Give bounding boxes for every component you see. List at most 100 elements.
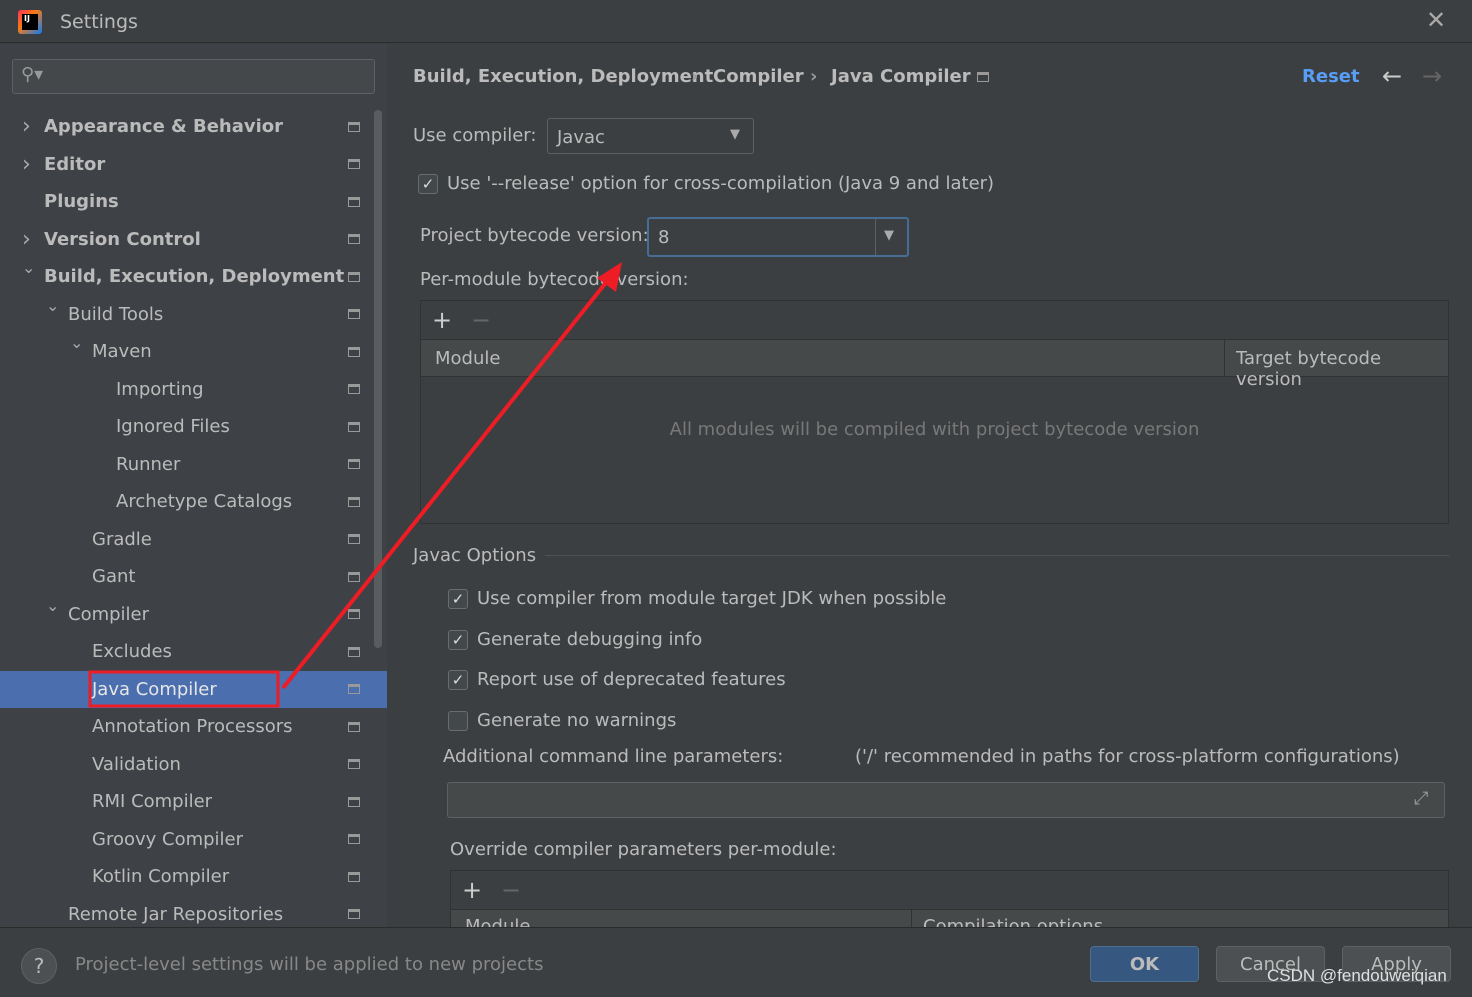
project-scope-icon [348, 384, 360, 394]
sidebar-item[interactable]: Excludes [0, 633, 387, 670]
chevron-down-icon[interactable]: ⌄ [46, 596, 59, 615]
javac-option-label: Use compiler from module target JDK when… [477, 588, 947, 609]
remove-icon[interactable]: − [501, 876, 521, 904]
compiler-value: Javac [557, 127, 605, 148]
sidebar-item[interactable]: › Editor [0, 146, 387, 183]
params-input[interactable]: ⤢ [447, 782, 1445, 818]
breadcrumb-item[interactable]: Compiler [713, 66, 804, 87]
sidebar-scrollbar[interactable] [374, 110, 382, 648]
project-scope-icon [348, 496, 360, 507]
bytecode-value: 8 [658, 227, 670, 248]
sidebar-item-label: Plugins [44, 191, 119, 212]
override-label: Override compiler parameters per-module: [450, 839, 837, 860]
sidebar-item-label: Annotation Processors [92, 716, 293, 737]
project-scope-icon [348, 871, 360, 882]
sidebar-item[interactable]: RMI Compiler [0, 783, 387, 820]
sidebar-item[interactable]: Annotation Processors [0, 708, 387, 745]
add-icon[interactable]: + [462, 876, 482, 904]
sidebar-item[interactable]: Plugins [0, 183, 387, 220]
column-target-bytecode[interactable]: Target bytecode version [1236, 348, 1448, 390]
javac-option-checkbox[interactable]: ✓ [448, 630, 468, 650]
chevron-down-icon[interactable]: ⌄ [22, 258, 35, 277]
title-bar: IJ Settings ✕ [0, 0, 1472, 43]
project-scope-icon [348, 121, 360, 132]
remove-icon[interactable]: − [471, 306, 491, 334]
help-icon[interactable]: ? [21, 948, 57, 984]
sidebar-item-label: Remote Jar Repositories [68, 903, 284, 925]
sidebar-item[interactable]: ⌄ Maven [0, 333, 387, 370]
sidebar-item-label: Build Tools [68, 303, 164, 325]
sidebar-item-label: Kotlin Compiler [92, 866, 230, 887]
project-scope-icon [348, 609, 360, 619]
watermark: CSDN @fendouweiqian [1267, 966, 1447, 985]
sidebar-item-label: Compiler [68, 603, 150, 625]
per-module-table: + − Module Target bytecode version All m… [420, 300, 1449, 524]
sidebar-item[interactable]: Ignored Files [0, 408, 387, 445]
chevron-down-icon[interactable]: ⌄ [46, 296, 59, 315]
javac-options-title: Javac Options [413, 545, 537, 566]
bytecode-label: Project bytecode version: [420, 225, 649, 246]
breadcrumb-item[interactable]: Build, Execution, Deployment [413, 66, 713, 87]
close-icon[interactable]: ✕ [1426, 6, 1446, 34]
javac-option-checkbox[interactable]: ✓ [448, 670, 468, 690]
sidebar-item-label: Excludes [92, 641, 172, 662]
sidebar-item-label: Runner [116, 453, 181, 475]
sidebar-item[interactable]: Gant [0, 558, 387, 595]
project-scope-icon [348, 646, 360, 657]
sidebar-item[interactable]: Groovy Compiler [0, 821, 387, 858]
chevron-right-icon[interactable]: › [22, 227, 31, 252]
project-scope-icon [348, 834, 360, 844]
sidebar-item[interactable]: Kotlin Compiler [0, 858, 387, 895]
sidebar-item[interactable]: ⌄ Compiler [0, 596, 387, 633]
sidebar-item[interactable]: › Version Control [0, 221, 387, 258]
sidebar-item-label: Editor [44, 153, 106, 175]
add-icon[interactable]: + [432, 306, 452, 334]
project-scope-icon [348, 721, 360, 732]
sidebar-item[interactable]: Importing [0, 371, 387, 408]
project-scope-icon [348, 684, 360, 694]
ok-button[interactable]: OK [1090, 946, 1199, 982]
sidebar-item[interactable]: Gradle [0, 521, 387, 558]
sidebar-item[interactable]: › Appearance & Behavior [0, 108, 387, 145]
chevron-right-icon[interactable]: › [22, 114, 31, 139]
reset-link[interactable]: Reset [1302, 66, 1360, 87]
chevron-down-icon: ▼ [730, 127, 740, 142]
use-compiler-label: Use compiler: [413, 125, 537, 146]
sidebar-item[interactable]: Java Compiler [0, 670, 387, 708]
arrow-left-icon[interactable]: ← [1382, 62, 1402, 90]
javac-option-label: Generate debugging info [477, 629, 703, 650]
project-scope-icon [348, 534, 360, 544]
per-module-label: Per-module bytecode version: [420, 269, 689, 290]
sidebar-item[interactable]: Runner [0, 446, 387, 483]
sidebar-item[interactable]: ⌄ Build, Execution, Deployment [0, 258, 387, 295]
chevron-down-icon: ▼ [884, 228, 894, 243]
javac-option-checkbox[interactable]: ✓ [448, 589, 468, 609]
sidebar-item[interactable]: Archetype Catalogs [0, 483, 387, 520]
sidebar-item-label: Version Control [44, 228, 201, 250]
sidebar-item-label: Gradle [92, 528, 152, 550]
sidebar-item[interactable]: ⌄ Build Tools [0, 296, 387, 333]
sidebar-item-label: Build, Execution, Deployment [44, 266, 345, 287]
footer-hint: Project-level settings will be applied t… [75, 954, 544, 975]
project-scope-icon [348, 571, 360, 582]
bytecode-version-select[interactable]: 8 ▼ [647, 217, 909, 257]
search-input[interactable]: ⚲▾ [12, 59, 375, 94]
project-scope-icon [348, 796, 360, 807]
expand-icon[interactable]: ⤢ [1414, 788, 1428, 809]
compiler-select[interactable]: Javac ▼ [547, 118, 754, 154]
javac-option-checkbox[interactable] [448, 711, 468, 731]
project-scope-icon [348, 159, 360, 169]
arrow-right-icon[interactable]: → [1422, 62, 1442, 90]
sidebar-item-label: RMI Compiler [92, 791, 213, 812]
sidebar-item-label: Importing [116, 378, 204, 400]
column-module[interactable]: Module [435, 348, 500, 369]
chevron-right-icon[interactable]: › [22, 152, 31, 177]
sidebar-item-label: Appearance & Behavior [44, 116, 284, 137]
params-label: Additional command line parameters: [443, 746, 784, 767]
release-option-checkbox[interactable]: ✓ [418, 174, 438, 194]
sidebar-item[interactable]: Validation [0, 746, 387, 783]
project-scope-icon [348, 234, 360, 244]
chevron-down-icon[interactable]: ⌄ [70, 333, 83, 352]
project-scope-icon [348, 309, 360, 319]
project-scope-icon [348, 421, 360, 432]
